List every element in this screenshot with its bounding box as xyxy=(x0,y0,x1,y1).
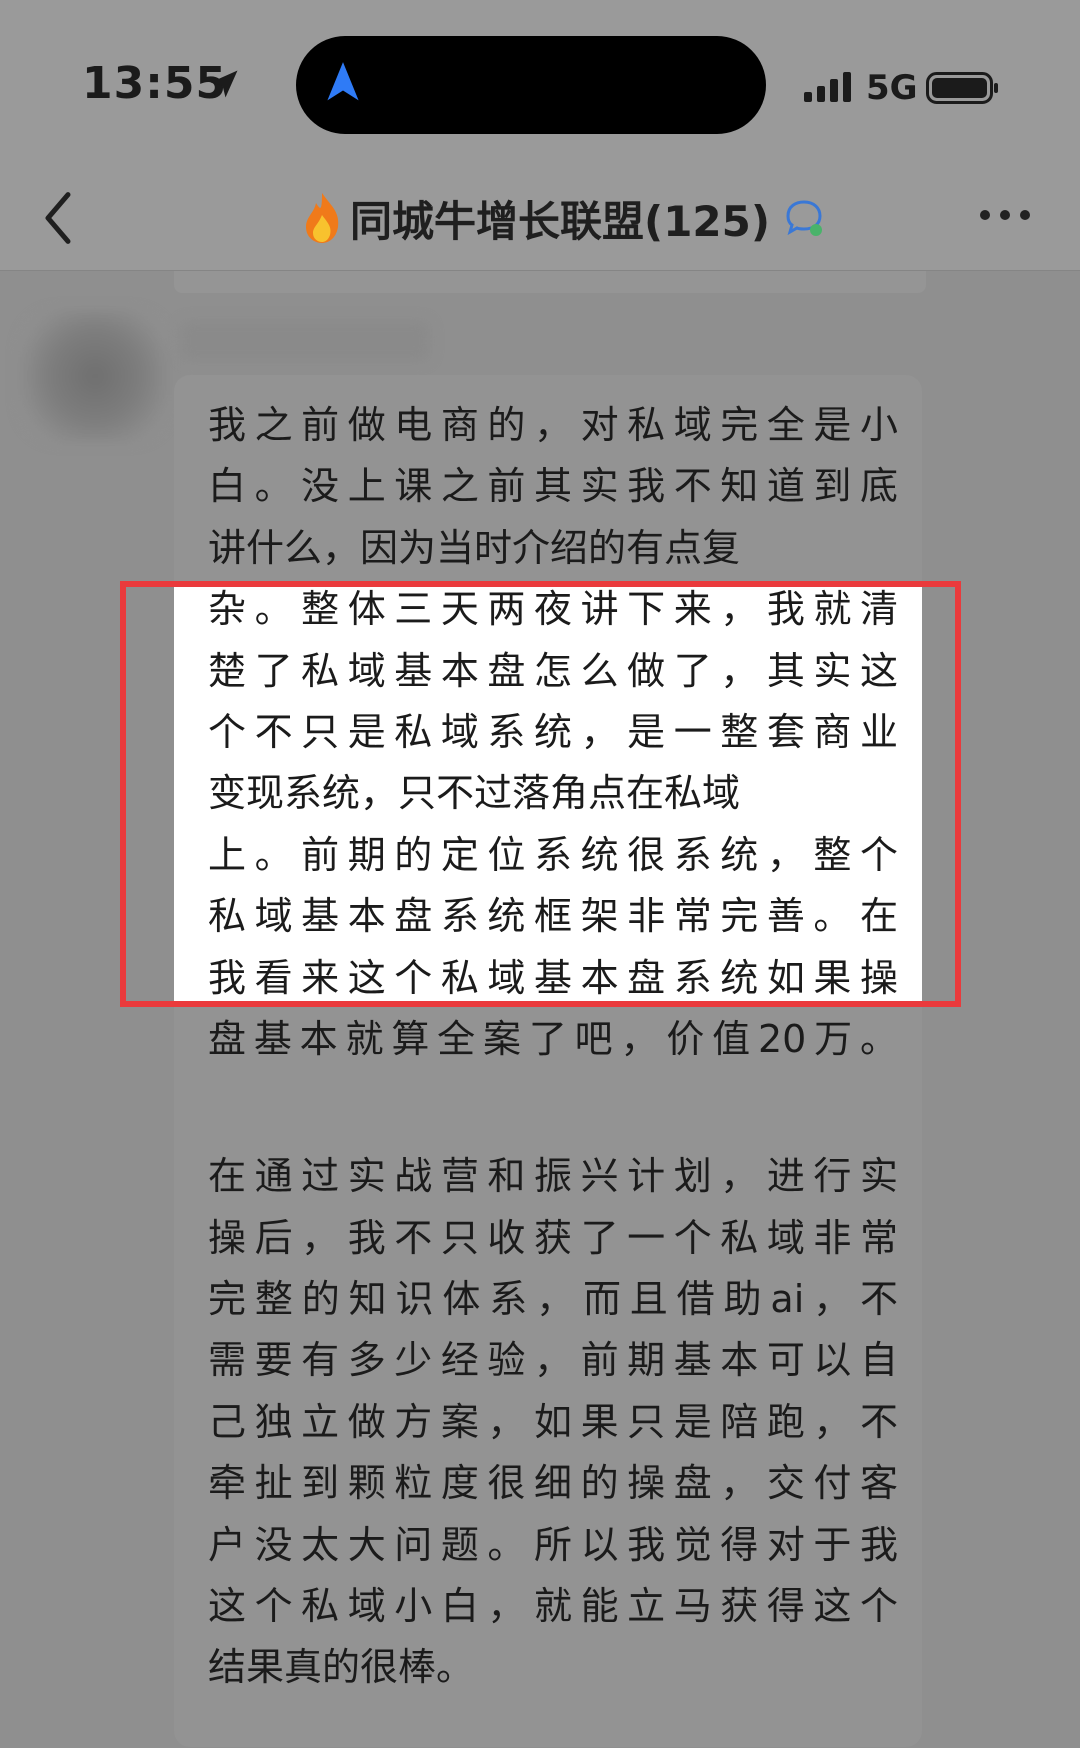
text-line: 在通过实战营和振兴计划，进行实 xyxy=(208,1154,898,1199)
chat-title: 同城牛增长联盟(125) xyxy=(350,196,771,246)
text-line: 我看来这个私域基本盘系统如果操 xyxy=(208,955,898,1000)
status-bar: 13:55 5G xyxy=(0,0,1080,170)
text-line: 杂。整体三天两夜讲下来，我就清 xyxy=(208,587,898,632)
message-text: 我之前做电商的，对私域完全是小 白。没上课之前其实我不知道到底 讲什么，因为当时… xyxy=(208,395,898,1699)
text-line: 牵扯到颗粒度很细的操盘，交付客 xyxy=(208,1461,898,1506)
text-line: 己独立做方案，如果只是陪跑，不 xyxy=(208,1399,898,1444)
previous-message-edge xyxy=(174,271,926,293)
text-line: 楚了私域基本盘怎么做了，其实这 xyxy=(208,648,898,693)
text-line: 个不只是私域系统，是一整套商业 xyxy=(208,709,898,754)
avatar xyxy=(20,311,170,441)
chat-title-group[interactable]: 同城牛增长联盟(125) xyxy=(300,188,826,248)
text-line: 我之前做电商的，对私域完全是小 xyxy=(208,403,898,447)
battery-icon xyxy=(926,72,998,104)
fire-emoji-icon xyxy=(306,193,339,243)
text-line: 讲什么，因为当时介绍的有点复 xyxy=(208,525,741,570)
more-dots-icon[interactable] xyxy=(980,210,1030,220)
chat-area: 我之前做电商的，对私域完全是小 白。没上课之前其实我不知道到底 讲什么，因为当时… xyxy=(0,271,1080,1748)
chat-header: 同城牛增长联盟(125) xyxy=(0,170,1080,271)
text-line: 私域基本盘系统框架非常完善。在 xyxy=(208,894,898,939)
text-line: 完整的知识体系，而且借助ai，不 xyxy=(208,1277,898,1322)
text-line: 操后，我不只收获了一个私域非常 xyxy=(208,1215,898,1260)
location-arrow-icon xyxy=(210,70,238,98)
text-line: 白。没上课之前其实我不知道到底 xyxy=(208,464,898,509)
sender-name-blurred xyxy=(180,321,430,361)
text-line: 户没太大问题。所以我觉得对于我 xyxy=(208,1522,898,1567)
chevron-left-icon[interactable] xyxy=(38,188,78,248)
navigation-arrow-icon xyxy=(327,62,359,101)
text-line: 结果真的很棒。 xyxy=(208,1645,475,1690)
dynamic-island xyxy=(296,36,766,134)
text-line: 上。前期的定位系统很系统，整个 xyxy=(208,832,898,877)
text-line: 需要有多少经验，前期基本可以自 xyxy=(208,1338,898,1383)
text-line: 盘基本就算全案了吧，价值20万。 xyxy=(208,1016,898,1061)
chat-bubble-icon xyxy=(786,200,823,236)
text-line: 这个私域小白，就能立马获得这个 xyxy=(208,1584,898,1629)
network-type: 5G xyxy=(866,68,918,108)
cellular-signal-icon xyxy=(804,72,851,102)
text-line: 变现系统，只不过落角点在私域 xyxy=(208,771,741,816)
